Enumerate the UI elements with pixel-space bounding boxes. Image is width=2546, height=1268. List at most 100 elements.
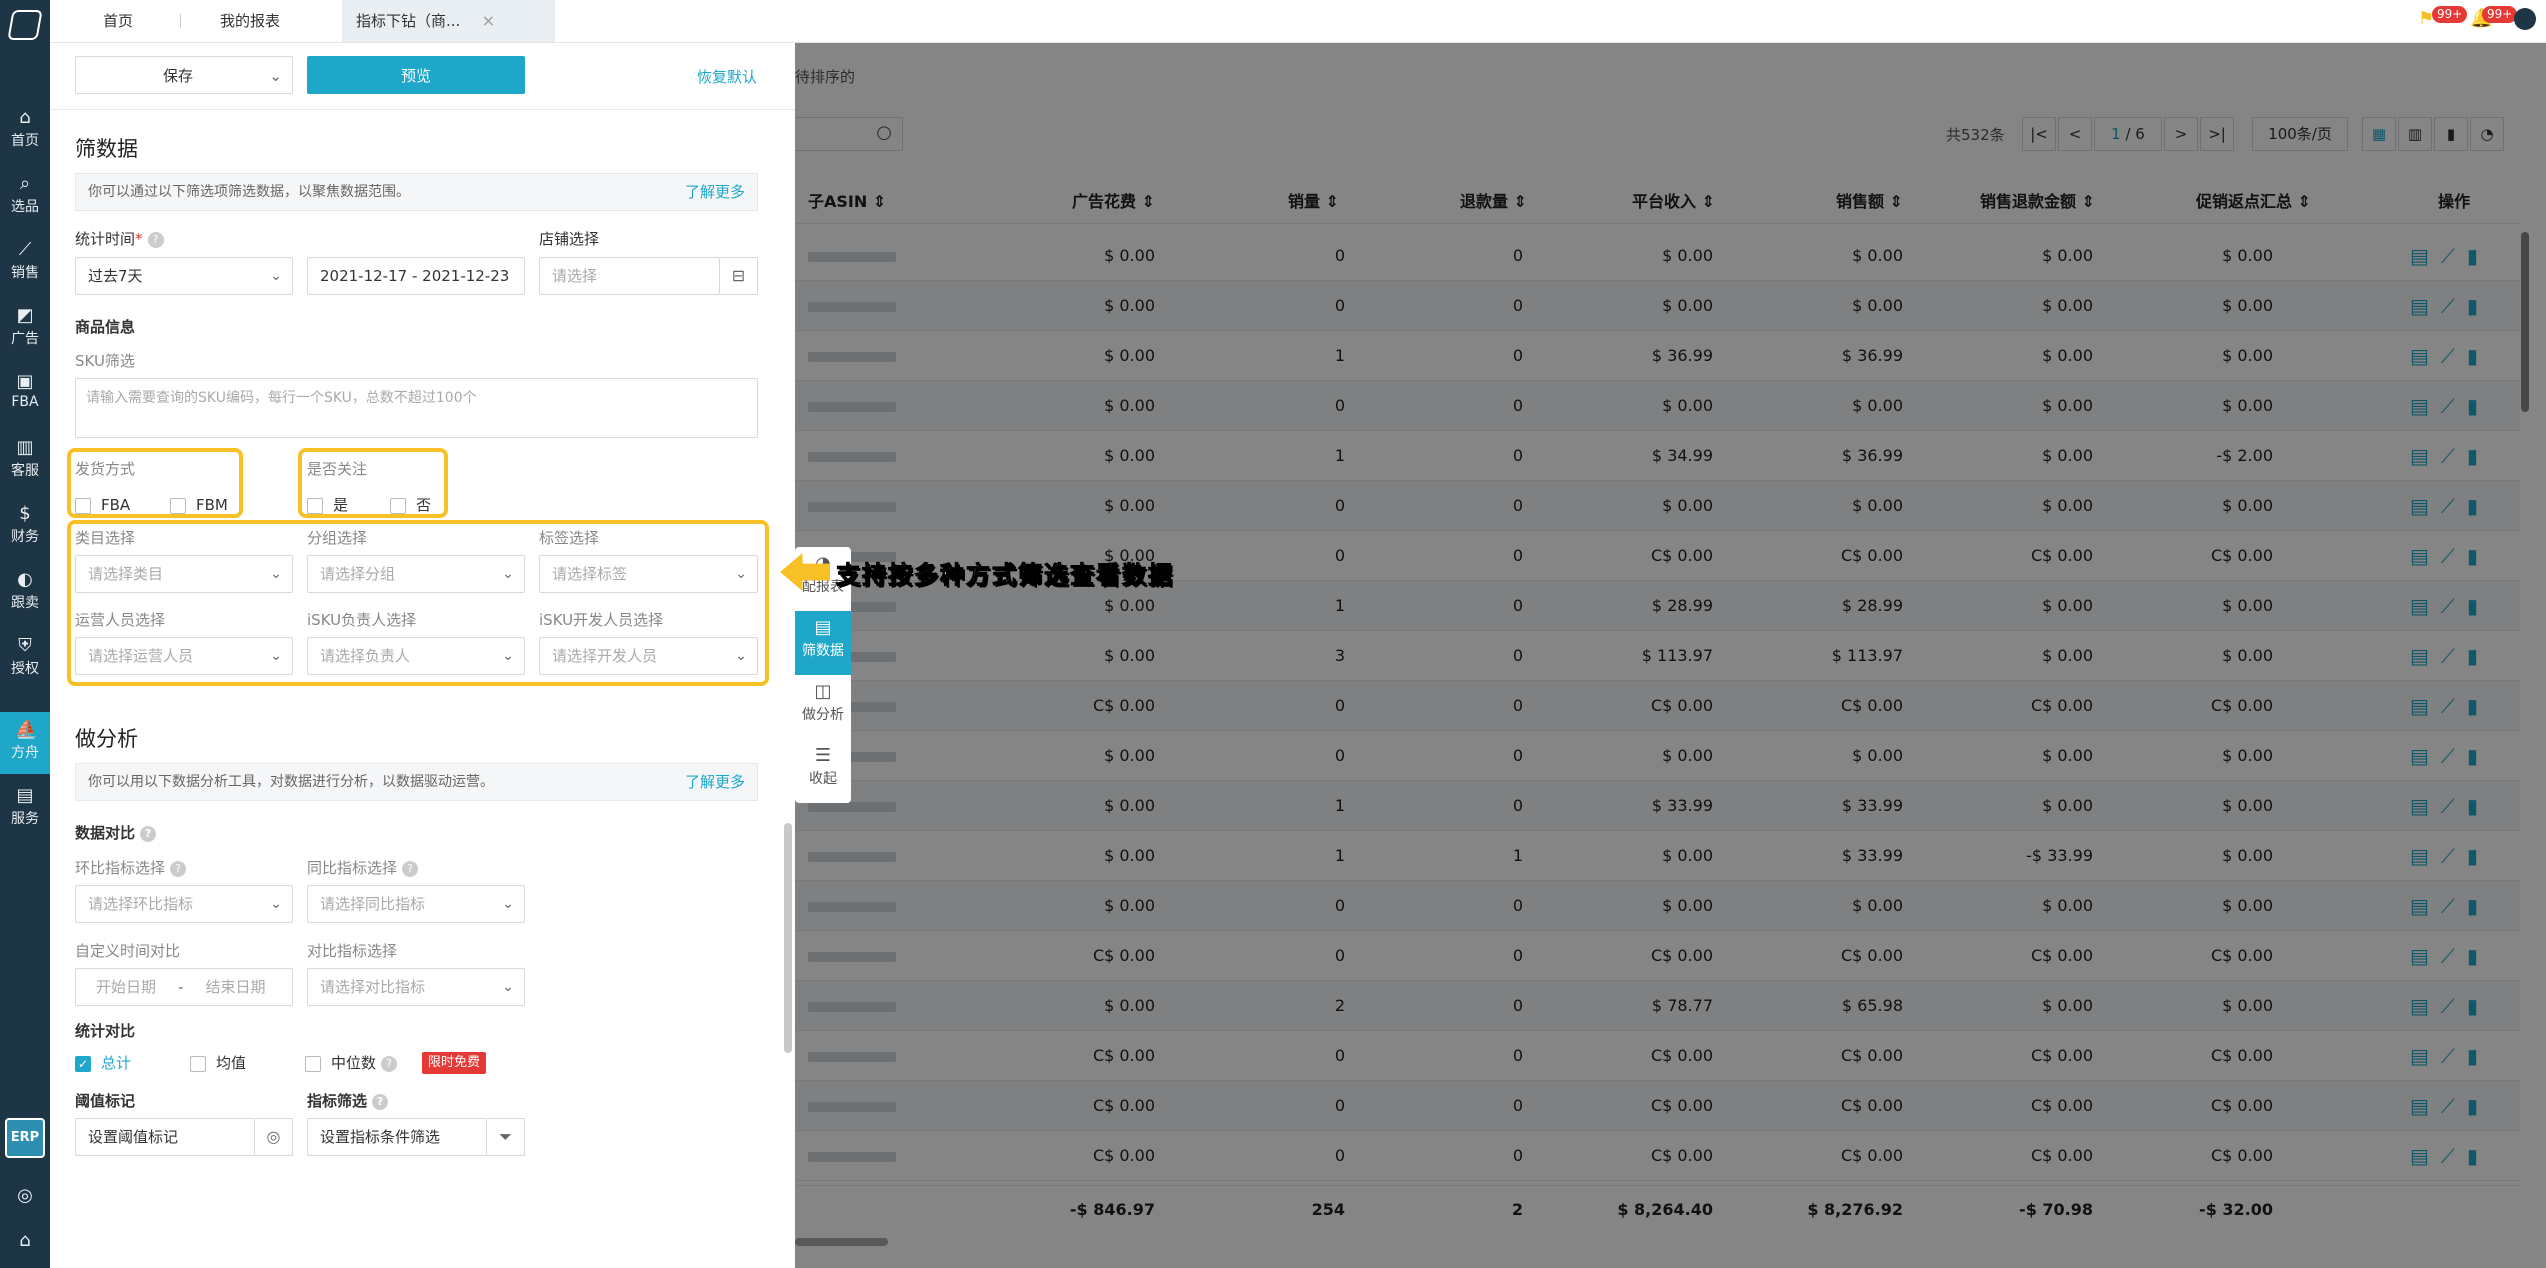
close-icon[interactable]: × (482, 0, 495, 42)
stat-total-label: 总计 (101, 1054, 132, 1072)
checkbox-box[interactable] (190, 1055, 206, 1072)
help-icon[interactable]: ? (140, 825, 157, 842)
analysis-hint: 你可以用以下数据分析工具，对数据进行分析，以数据驱动运营。 (88, 774, 494, 790)
start-date-placeholder: 开始日期 (96, 978, 157, 996)
save-button[interactable]: 保存 ⌄ (75, 56, 293, 94)
filter-learn-more-link[interactable]: 了解更多 (685, 174, 745, 210)
category-select[interactable]: 请选择类目 ⌄ (75, 555, 293, 593)
yoy-text: 同比指标选择 (307, 859, 398, 877)
chevron-down-icon[interactable]: ⌄ (269, 57, 282, 95)
checkbox-checked-icon[interactable]: ✓ (75, 1055, 91, 1072)
bell-badge: 99+ (2482, 6, 2518, 23)
flag-icon[interactable]: ⚑ 99+ (2418, 6, 2468, 29)
sidebar-item-9[interactable]: ⛵ 方舟 (0, 712, 50, 774)
fba-label: FBA (101, 496, 131, 514)
sidebar-item-5[interactable]: ▥ 客服 (0, 430, 50, 492)
sidebar-item-7[interactable]: ◐ 跟卖 (0, 562, 50, 624)
panel-scrollbar[interactable] (784, 823, 792, 1053)
checkbox-box[interactable] (75, 497, 91, 514)
chevron-down-icon: ⌄ (270, 566, 282, 582)
sidebar-item-6[interactable]: $ 财务 (0, 496, 50, 558)
mom-placeholder: 请选择环比指标 (88, 895, 194, 913)
float-nav-label: 筛数据 (802, 643, 844, 659)
group-placeholder: 请选择分组 (320, 565, 396, 583)
fbm-checkbox[interactable]: FBM (170, 496, 228, 514)
checkbox-box[interactable] (170, 497, 186, 514)
isku-owner-select[interactable]: 请选择负责人 ⌄ (307, 637, 525, 675)
sidebar-item-4[interactable]: ▣ FBA (0, 364, 50, 426)
contrast-metric-select[interactable]: 请选择对比指标 ⌄ (307, 968, 525, 1006)
save-label: 保存 (163, 67, 194, 85)
isku-dev-select[interactable]: 请选择开发人员 ⌄ (539, 637, 758, 675)
float-nav-collapse[interactable]: ☰ 收起 (795, 739, 851, 803)
sidebar-item-0[interactable]: ⌂ 首页 (0, 100, 50, 162)
stat-total-checkbox[interactable]: ✓ 总计 (75, 1054, 131, 1072)
analysis-hint-box: 你可以用以下数据分析工具，对数据进行分析，以数据驱动运营。 了解更多 (75, 763, 758, 801)
bell-icon[interactable]: 🔔 99+ (2470, 6, 2518, 29)
help-icon[interactable]: ? (372, 1093, 389, 1110)
sidebar-item-10[interactable]: ▤ 服务 (0, 778, 50, 840)
sidebar-item-2[interactable]: ⟋ 销售 (0, 232, 50, 294)
contrast-placeholder: 请选择对比指标 (320, 978, 426, 996)
preview-button[interactable]: 预览 (307, 56, 525, 94)
yoy-select[interactable]: 请选择同比指标 ⌄ (307, 885, 525, 923)
chevron-down-icon: ⌄ (270, 648, 282, 664)
stat-mean-checkbox[interactable]: 均值 (190, 1054, 246, 1072)
follow-no-checkbox[interactable]: 否 (390, 496, 431, 514)
avatar[interactable] (2514, 8, 2536, 30)
help-icon[interactable]: ? (381, 1055, 398, 1072)
shop-select[interactable]: 请选择 (539, 257, 720, 295)
analysis-icon: ◫ (814, 681, 832, 702)
tab-metric-drill-label-wrap[interactable]: 指标下钻（商... × (342, 0, 505, 42)
ship-method-label: 发货方式 (75, 460, 136, 478)
shop-picker-icon[interactable]: ⊟ (720, 257, 758, 295)
sku-textarea[interactable]: 请输入需要查询的SKU编码，每行一个SKU，总数不超过100个 (75, 378, 758, 438)
custom-date-range[interactable]: 开始日期 - 结束日期 (75, 968, 293, 1006)
tab-separator (180, 14, 181, 28)
time-range-select[interactable]: 过去7天 ⌄ (75, 257, 293, 295)
help-icon[interactable]: ? (402, 860, 419, 877)
gift-icon[interactable]: ⌂ (14, 1230, 36, 1252)
help-icon[interactable]: ? (170, 860, 187, 877)
flag-badge: 99+ (2432, 6, 2468, 23)
group-select[interactable]: 请选择分组 ⌄ (307, 555, 525, 593)
threshold-icon[interactable]: ◎ (255, 1118, 293, 1156)
erp-button[interactable]: ERP (5, 1118, 45, 1158)
checkbox-box[interactable] (390, 497, 406, 514)
sidebar-item-3[interactable]: ◩ 广告 (0, 298, 50, 360)
sidebar-item-8[interactable]: ⛨ 授权 (0, 628, 50, 690)
mom-select[interactable]: 请选择环比指标 ⌄ (75, 885, 293, 923)
help-icon[interactable]: ◎ (14, 1185, 36, 1207)
threshold-input[interactable]: 设置阈值标记 (75, 1118, 255, 1156)
stat-compare-label: 统计对比 (75, 1022, 136, 1040)
analysis-learn-more-link[interactable]: 了解更多 (685, 764, 745, 800)
data-compare-label: 数据对比? (75, 822, 157, 843)
money-icon: $ (19, 503, 31, 524)
checkbox-box[interactable] (307, 497, 323, 514)
reset-default-link[interactable]: 恢复默认 (697, 66, 757, 87)
arrow-left-icon (780, 553, 830, 591)
isku-owner-label: iSKU负责人选择 (307, 611, 417, 629)
operator-select[interactable]: 请选择运营人员 ⌄ (75, 637, 293, 675)
date-end: 2021-12-23 (422, 267, 510, 285)
app-logo[interactable] (7, 10, 43, 40)
float-nav-analysis[interactable]: ◫ 做分析 (795, 675, 851, 739)
checkbox-box[interactable] (305, 1055, 321, 1072)
float-nav-label: 做分析 (802, 707, 844, 723)
sidebar-item-1[interactable]: ⌕ 选品 (0, 166, 50, 228)
category-placeholder: 请选择类目 (88, 565, 164, 583)
help-icon[interactable]: ? (147, 231, 164, 248)
modal-backdrop[interactable] (795, 43, 2546, 1268)
tag-select[interactable]: 请选择标签 ⌄ (539, 555, 758, 593)
collapse-icon: ☰ (814, 745, 832, 766)
fbm-label: FBM (196, 496, 228, 514)
date-range-picker[interactable]: 2021-12-17 - 2021-12-23 (307, 257, 525, 295)
follow-yes-checkbox[interactable]: 是 (307, 496, 348, 514)
tab-home[interactable]: 首页 (103, 0, 163, 42)
filter-funnel-icon[interactable]: ⏷ (487, 1118, 525, 1156)
fba-checkbox[interactable]: FBA (75, 496, 130, 514)
metric-filter-input[interactable]: 设置指标条件筛选 (307, 1118, 487, 1156)
operator-label: 运营人员选择 (75, 611, 166, 629)
float-nav-filter[interactable]: ▤ 筛数据 (795, 611, 851, 675)
stat-median-checkbox[interactable]: 中位数? (305, 1054, 398, 1072)
